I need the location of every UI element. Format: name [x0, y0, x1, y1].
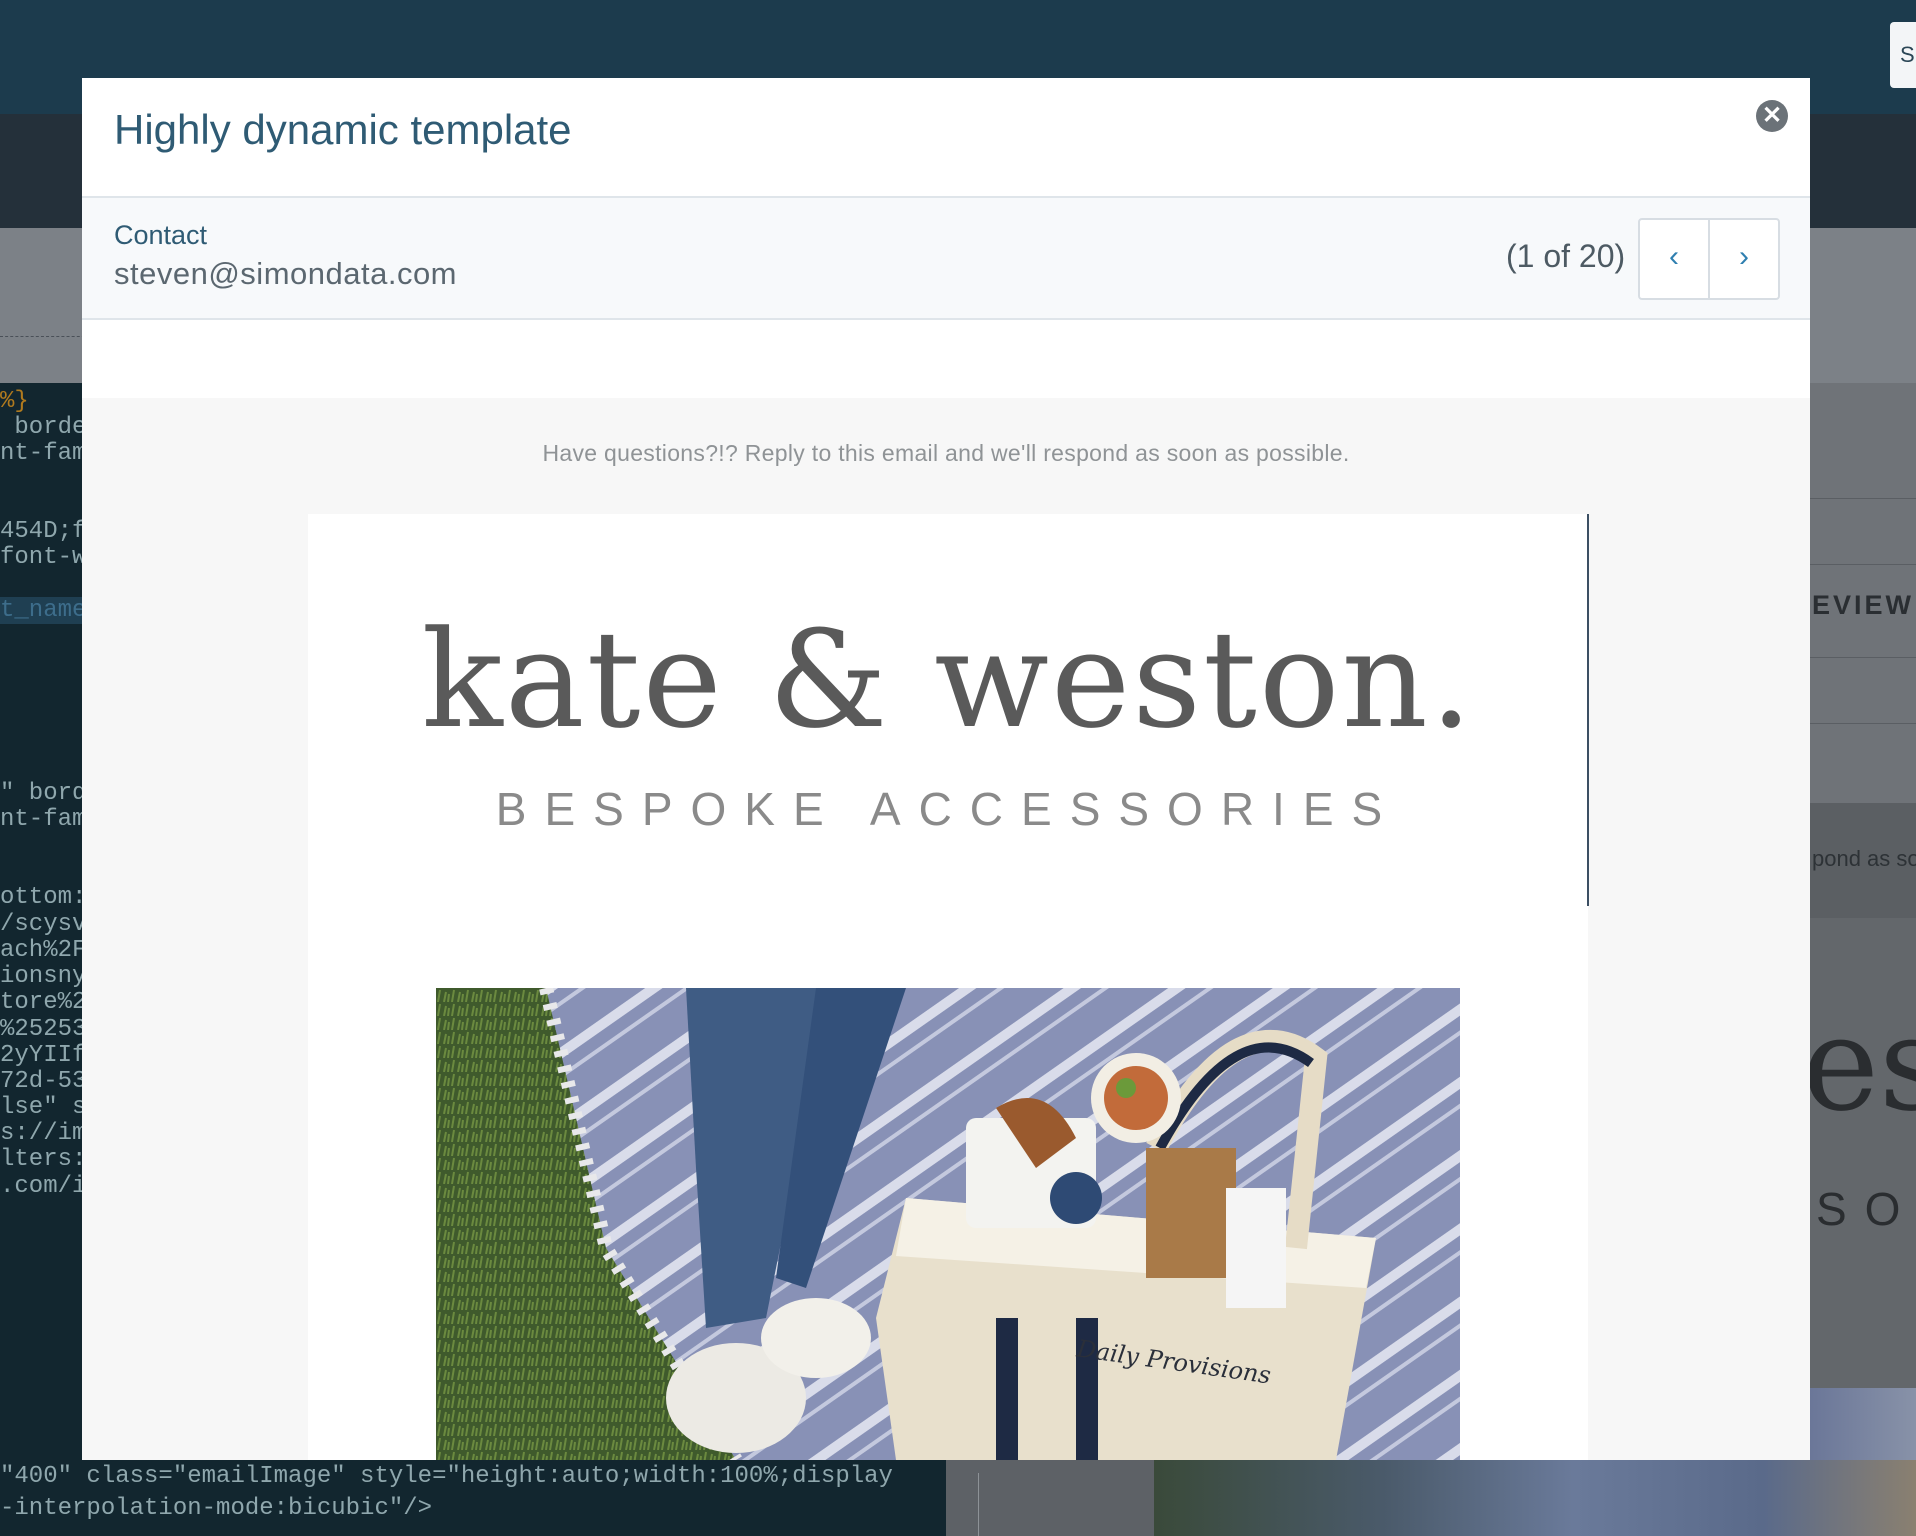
preview-tab-label[interactable]: EVIEW	[1812, 590, 1914, 621]
brand-tagline: BESPOKE ACCESSORIES	[495, 783, 1401, 835]
preview-preheader-fragment: pond as so	[1812, 846, 1916, 871]
code-line: ottom:	[0, 884, 87, 911]
picnic-photo	[436, 988, 1460, 1460]
next-contact-button[interactable]: ›	[1710, 220, 1778, 298]
code-line: lters:	[0, 1146, 87, 1173]
top-bar-button[interactable]: S	[1890, 22, 1916, 88]
code-line: 72d-53	[0, 1068, 87, 1095]
email-canvas: Have questions?!? Reply to this email an…	[82, 398, 1810, 1460]
email-body: kate & weston. BESPOKE ACCESSORIES Daily…	[308, 514, 1589, 1460]
code-line: " bord	[0, 780, 87, 807]
code-line: lse" s	[0, 1094, 87, 1121]
hero-image: Daily Provisions	[436, 988, 1460, 1460]
contact-label: Contact	[114, 220, 208, 250]
email-preview[interactable]: Have questions?!? Reply to this email an…	[82, 320, 1810, 1460]
code-line: font-w	[0, 544, 87, 571]
code-line: borde	[0, 414, 87, 441]
panel-divider	[1808, 723, 1916, 724]
pager-count: (1 of 20)	[1506, 238, 1626, 274]
preview-logo-big: est	[1808, 988, 1916, 1140]
contact-bar: Contact steven@simondata.com (1 of 20) ‹…	[82, 198, 1810, 320]
panel-divider	[1808, 657, 1916, 658]
code-line: t_name	[0, 597, 87, 624]
preview-photo-strip	[1154, 1460, 1916, 1536]
code-line: .com/i	[0, 1173, 87, 1200]
code-line: %}	[0, 388, 29, 415]
code-line-bottom-2: -interpolation-mode:bicubic"/>	[0, 1495, 433, 1522]
modal-title: Highly dynamic template	[114, 106, 572, 153]
preview-logo-fragment: est SOR	[1808, 918, 1916, 1388]
email-preheader: Have questions?!? Reply to this email an…	[542, 440, 1350, 466]
preview-photo-fragment	[1808, 1388, 1916, 1460]
code-line: s://im	[0, 1120, 87, 1147]
brand-logo-text: kate & weston.	[421, 602, 1475, 758]
code-line: /scysv	[0, 911, 87, 938]
code-line: ionsny	[0, 963, 87, 990]
preview-logo-small: SOR	[1816, 1183, 1916, 1235]
preview-modal: Highly dynamic template ✕ Contact steven…	[82, 78, 1810, 1460]
code-line: 2yYIIf	[0, 1042, 87, 1069]
code-line: %25253	[0, 1016, 87, 1043]
chevron-right-icon: ›	[1739, 240, 1749, 273]
modal-header: Highly dynamic template ✕	[82, 78, 1810, 198]
preview-divider	[978, 1473, 979, 1536]
code-line: tore%2	[0, 989, 87, 1016]
pager: ‹ ›	[1638, 218, 1780, 300]
code-line: 454D;f	[0, 518, 87, 545]
panel-divider	[1808, 498, 1916, 499]
code-line: ach%2F	[0, 937, 87, 964]
contact-email: steven@simondata.com	[114, 256, 458, 291]
previous-contact-button[interactable]: ‹	[1640, 220, 1710, 298]
chevron-left-icon: ‹	[1669, 240, 1679, 273]
code-line-bottom-1: "400" class="emailImage" style="height:a…	[0, 1463, 893, 1490]
close-icon[interactable]: ✕	[1756, 100, 1788, 132]
code-line: nt-fam	[0, 440, 87, 467]
panel-divider	[1808, 564, 1916, 565]
code-line: nt-fam	[0, 806, 87, 833]
toolbar-divider	[0, 336, 90, 337]
